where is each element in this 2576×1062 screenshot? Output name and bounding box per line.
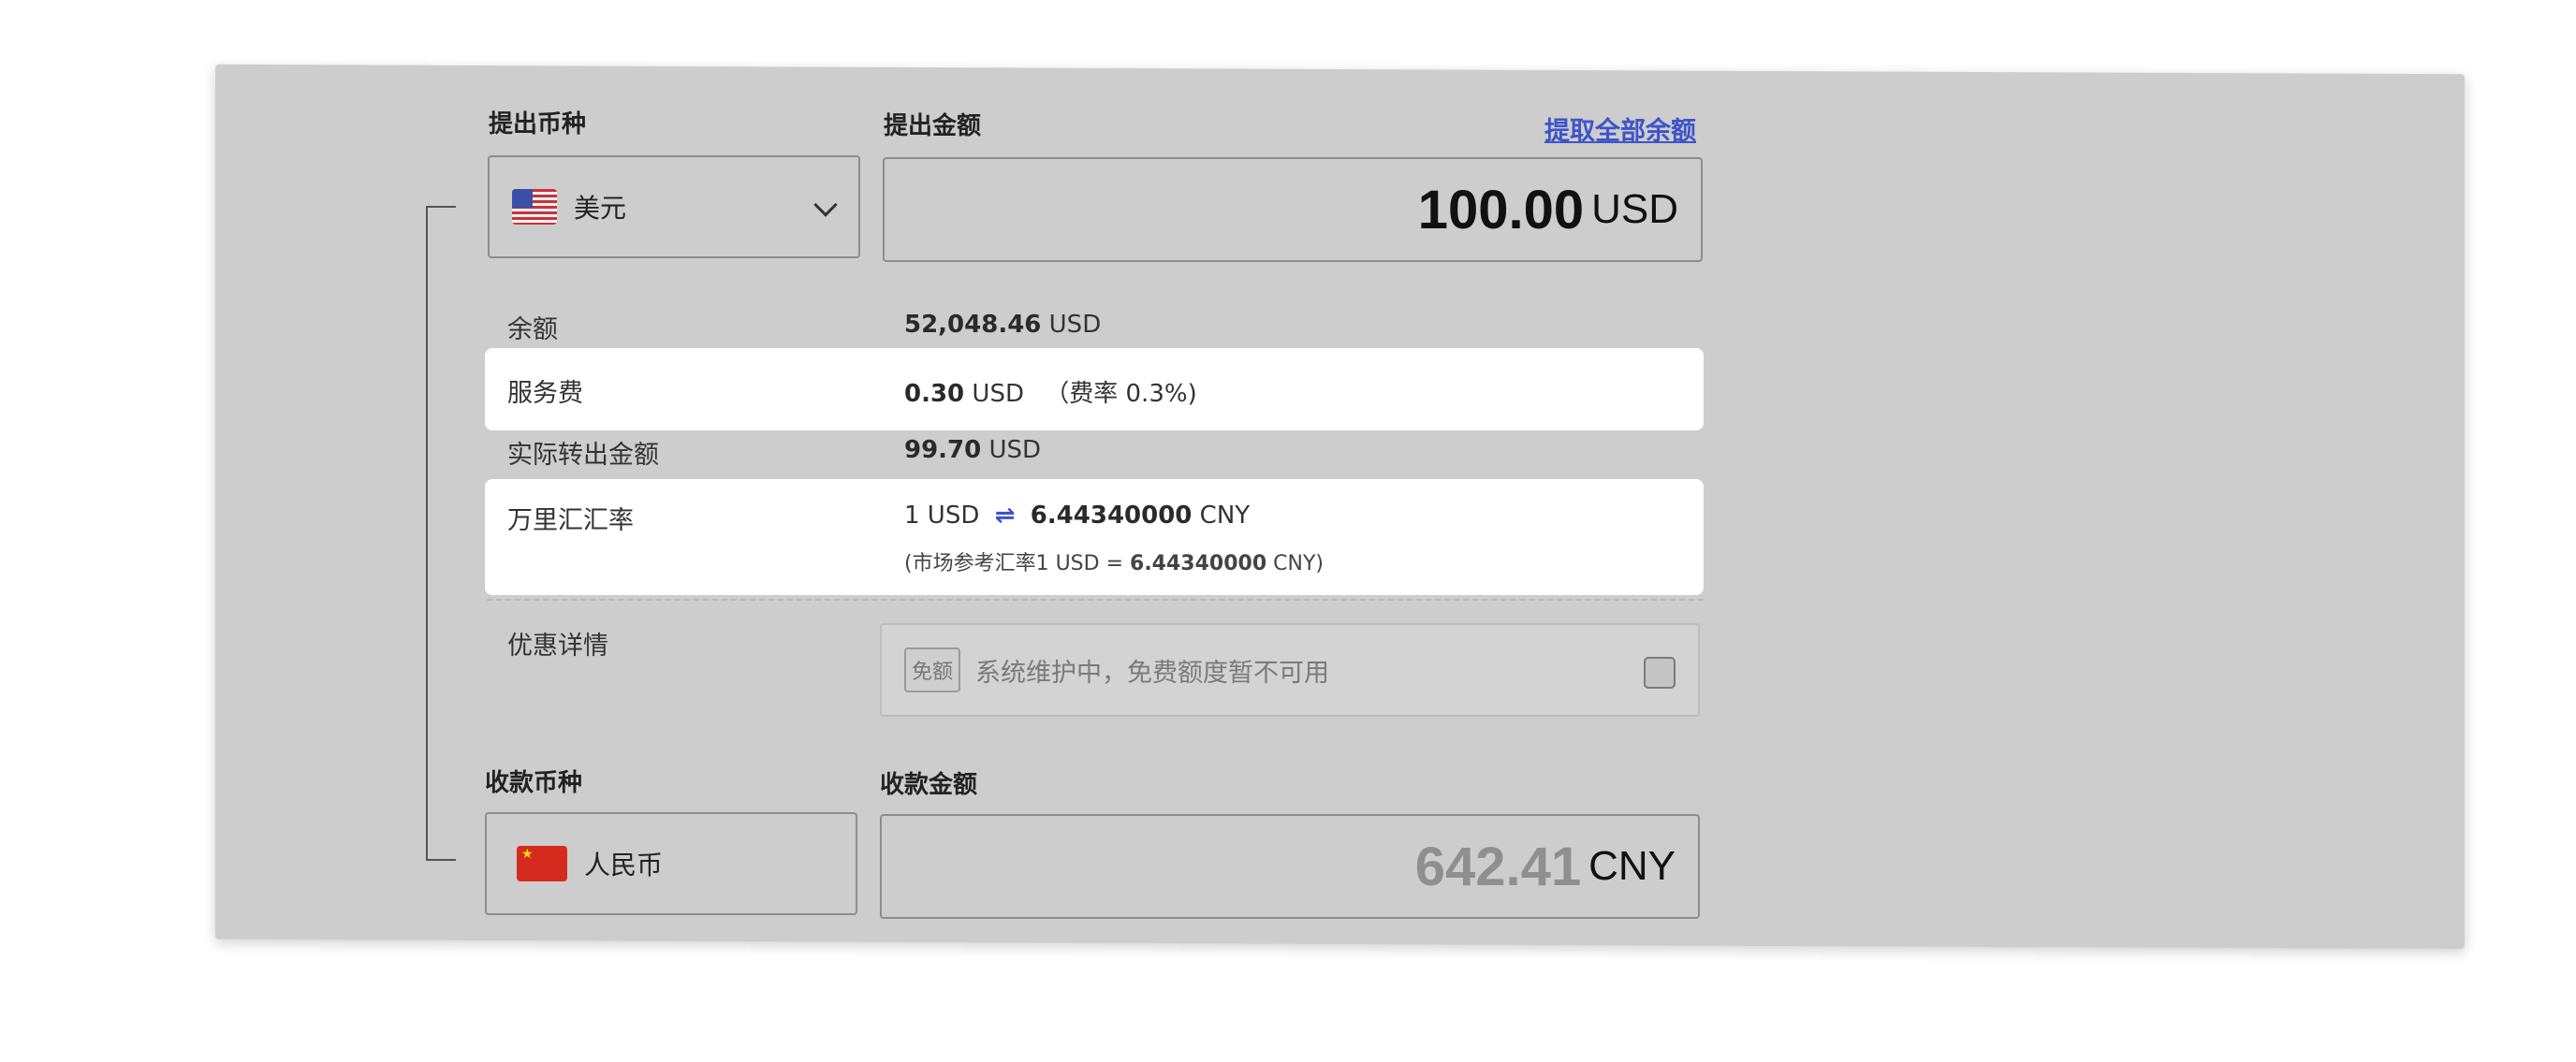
actual-out-value: 99.70 USD bbox=[904, 436, 1041, 464]
promo-checkbox[interactable] bbox=[1644, 657, 1676, 689]
promo-text: 系统维护中，免费额度暂不可用 bbox=[975, 658, 1330, 688]
rate-to-amount: 6.44340000 bbox=[1030, 502, 1193, 530]
receive-amount-input[interactable]: 642.41 CNY bbox=[880, 814, 1700, 919]
service-fee-rate: （费率 0.3%) bbox=[1045, 380, 1197, 408]
balance-label: 余额 bbox=[507, 315, 558, 344]
flow-bracket bbox=[426, 206, 456, 861]
market-rate-prefix: (市场参考汇率1 USD = bbox=[904, 552, 1131, 575]
divider bbox=[487, 599, 1704, 601]
balance-amount: 52,048.46 bbox=[904, 311, 1042, 339]
rate-from: 1 USD bbox=[904, 502, 980, 530]
send-amount-currency: USD bbox=[1591, 186, 1678, 232]
receive-currency-select[interactable]: 人民币 bbox=[485, 812, 857, 915]
promo-box: 免额 系统维护中，免费额度暂不可用 bbox=[880, 623, 1700, 717]
receive-amount-currency: CNY bbox=[1588, 843, 1676, 889]
cn-flag-icon bbox=[517, 846, 567, 881]
market-rate-amount: 6.44340000 bbox=[1130, 552, 1267, 575]
service-fee-value: 0.30 USD （费率 0.3%) bbox=[904, 374, 1197, 409]
service-fee-currency: USD bbox=[972, 380, 1024, 408]
send-currency-select[interactable]: 美元 bbox=[488, 155, 860, 258]
receive-amount-value: 642.41 bbox=[1414, 836, 1582, 897]
swap-arrows-icon: ⇌ bbox=[994, 502, 1016, 530]
receive-amount-label: 收款金额 bbox=[880, 771, 978, 799]
send-amount-value: 100.00 bbox=[1417, 179, 1585, 240]
service-fee-label: 服务费 bbox=[507, 379, 583, 408]
receive-currency-value: 人民币 bbox=[584, 850, 664, 880]
rate-value: 1 USD ⇌ 6.44340000 CNY bbox=[904, 502, 1250, 530]
actual-out-label: 实际转出金额 bbox=[507, 441, 659, 470]
rate-band bbox=[485, 479, 1704, 595]
promo-label: 优惠详情 bbox=[507, 632, 608, 661]
market-rate-suffix: CNY) bbox=[1266, 552, 1324, 575]
balance-value: 52,048.46 USD bbox=[904, 311, 1101, 339]
send-amount-label: 提出金额 bbox=[884, 112, 982, 140]
send-currency-label: 提出币种 bbox=[489, 110, 587, 138]
send-amount-input[interactable]: 100.00 USD bbox=[883, 157, 1703, 262]
rate-to-currency: CNY bbox=[1199, 502, 1251, 530]
withdraw-all-link[interactable]: 提取全部余额 bbox=[1544, 110, 1696, 147]
balance-currency: USD bbox=[1048, 311, 1102, 339]
chevron-down-icon bbox=[813, 193, 838, 217]
actual-out-currency: USD bbox=[988, 436, 1042, 464]
receive-currency-label: 收款币种 bbox=[485, 769, 583, 797]
send-currency-value: 美元 bbox=[574, 193, 627, 224]
us-flag-icon bbox=[512, 189, 557, 225]
service-fee-amount: 0.30 bbox=[904, 380, 965, 408]
market-rate-note: (市场参考汇率1 USD = 6.44340000 CNY) bbox=[904, 546, 1324, 576]
rate-label: 万里汇汇率 bbox=[507, 506, 634, 535]
actual-out-amount: 99.70 bbox=[904, 436, 982, 464]
free-quota-tag: 免额 bbox=[904, 647, 961, 692]
